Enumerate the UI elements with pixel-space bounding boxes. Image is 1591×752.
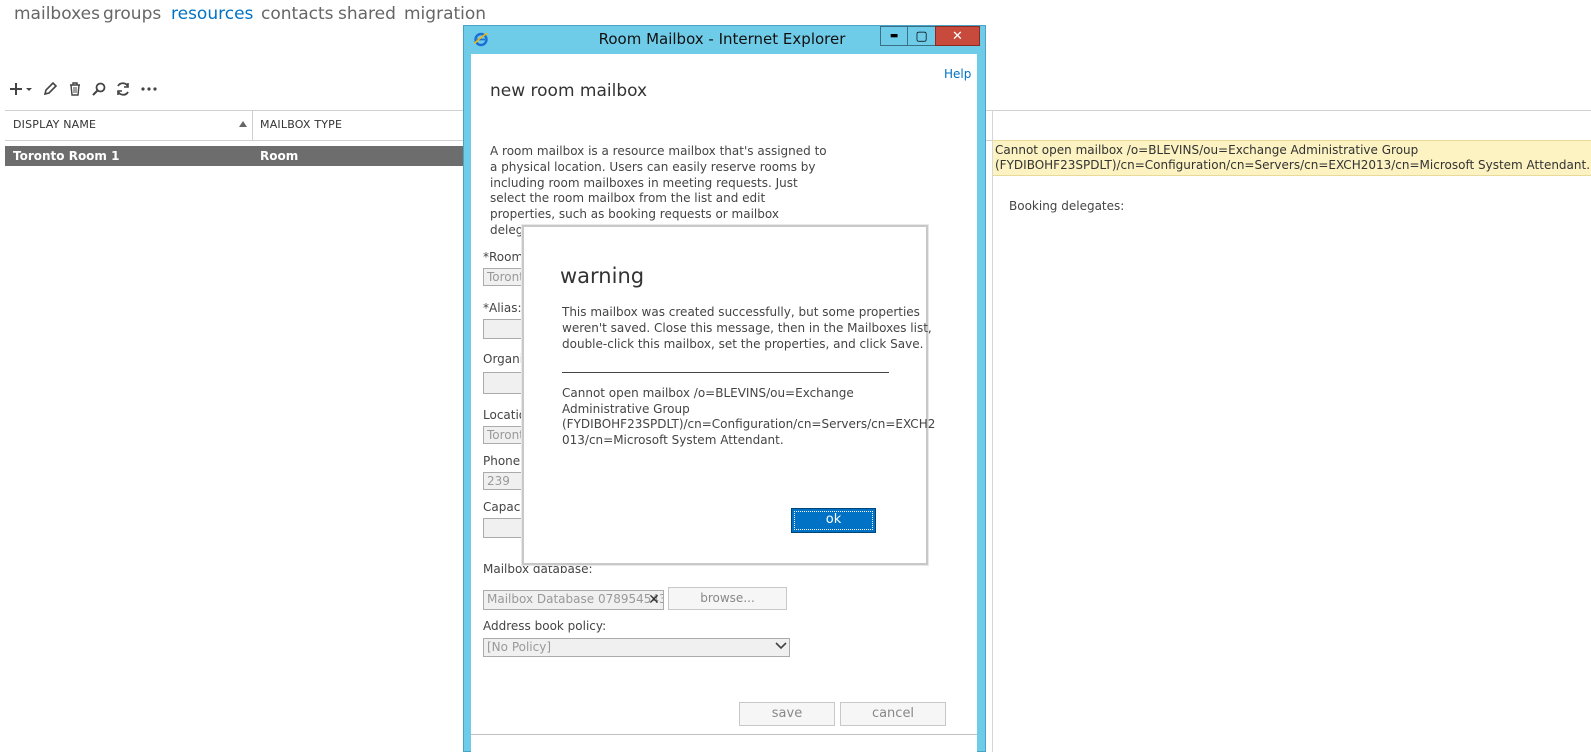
description-line: properties, such as booking requests or …: [490, 207, 779, 222]
warning-message-line: weren't saved. Close this message, then …: [562, 320, 932, 335]
detail-pane-divider: [992, 110, 993, 752]
delete-icon[interactable]: [65, 78, 85, 100]
warning-error-line: Cannot open mailbox /o=BLEVINS/ou=Exchan…: [562, 386, 854, 400]
close-icon: ✕: [952, 28, 963, 44]
add-icon[interactable]: [8, 78, 36, 100]
phone-label: Phone:: [483, 454, 525, 468]
error-banner-line: Cannot open mailbox /o=BLEVINS/ou=Exchan…: [995, 143, 1419, 157]
minimize-button[interactable]: ▬: [880, 26, 908, 46]
search-icon[interactable]: [89, 78, 109, 100]
warning-divider: [562, 372, 889, 373]
description-line: including room mailboxes in meeting requ…: [490, 175, 798, 190]
error-banner: Cannot open mailbox /o=BLEVINS/ou=Exchan…: [993, 140, 1591, 176]
cell-display-name: Toronto Room 1: [13, 149, 120, 163]
nav-migration[interactable]: migration: [404, 4, 486, 24]
nav-resources[interactable]: resources: [171, 4, 253, 24]
sort-ascending-icon: [239, 121, 247, 127]
column-separator: [252, 111, 253, 140]
nav-contacts[interactable]: contacts: [261, 4, 333, 24]
minimize-icon: ▬: [889, 31, 899, 41]
table-row[interactable]: Toronto Room 1 Room: [5, 146, 465, 166]
description-line: A room mailbox is a resource mailbox tha…: [490, 144, 827, 158]
browse-button[interactable]: browse...: [668, 587, 787, 610]
address-book-policy-select[interactable]: [No Policy]: [483, 638, 790, 657]
nav-mailboxes[interactable]: mailboxes: [14, 4, 100, 24]
save-button[interactable]: save: [739, 702, 835, 726]
warning-error-line: Administrative Group: [562, 401, 690, 416]
cell-mailbox-type: Room: [260, 149, 299, 163]
warning-error-detail: Cannot open mailbox /o=BLEVINS/ou=Exchan…: [562, 386, 935, 448]
clear-icon[interactable]: ✕: [646, 592, 662, 608]
booking-delegates-label: Booking delegates:: [1009, 199, 1125, 213]
warning-title: warning: [560, 264, 645, 288]
description-line: select the room mailbox from the list an…: [490, 191, 766, 206]
error-banner-line: (FYDIBOHF23SPDLT)/cn=Configuration/cn=Se…: [995, 158, 1591, 172]
warning-message-line: double-click this mailbox, set the prope…: [562, 336, 924, 351]
maximize-button[interactable]: ▢: [907, 26, 936, 46]
alias-label: *Alias:: [483, 301, 522, 315]
warning-error-line: 013/cn=Microsoft System Attendant.: [562, 432, 784, 447]
warning-message: This mailbox was created successfully, b…: [562, 305, 932, 352]
chevron-down-icon[interactable]: [774, 639, 788, 655]
close-button[interactable]: ✕: [935, 26, 980, 46]
column-display-name[interactable]: DISPLAY NAME: [13, 118, 96, 131]
room-name-label: *Room: [483, 250, 524, 264]
nav-groups[interactable]: groups: [103, 4, 161, 24]
maximize-icon: ▢: [915, 28, 928, 44]
nav-shared[interactable]: shared: [338, 4, 396, 24]
cancel-button[interactable]: cancel: [840, 702, 946, 726]
dialog-title: new room mailbox: [490, 81, 648, 101]
ok-button[interactable]: ok: [791, 508, 876, 533]
edit-icon[interactable]: [40, 78, 60, 100]
location-label: Locatio: [483, 408, 527, 422]
column-mailbox-type[interactable]: MAILBOX TYPE: [260, 118, 342, 131]
warning-error-line: (FYDIBOHF23SPDLT)/cn=Configuration/cn=Se…: [562, 417, 936, 432]
address-book-policy-label: Address book policy:: [483, 619, 607, 633]
mailbox-database-input[interactable]: Mailbox Database 0789545437: [483, 590, 664, 610]
refresh-icon[interactable]: [113, 78, 133, 100]
warning-message-line: This mailbox was created successfully, b…: [562, 305, 920, 319]
dialog-bottom-divider: [471, 734, 977, 735]
more-icon[interactable]: [138, 78, 160, 100]
help-link[interactable]: Help: [944, 67, 971, 81]
description-line: a physical location. Users can easily re…: [490, 159, 816, 174]
